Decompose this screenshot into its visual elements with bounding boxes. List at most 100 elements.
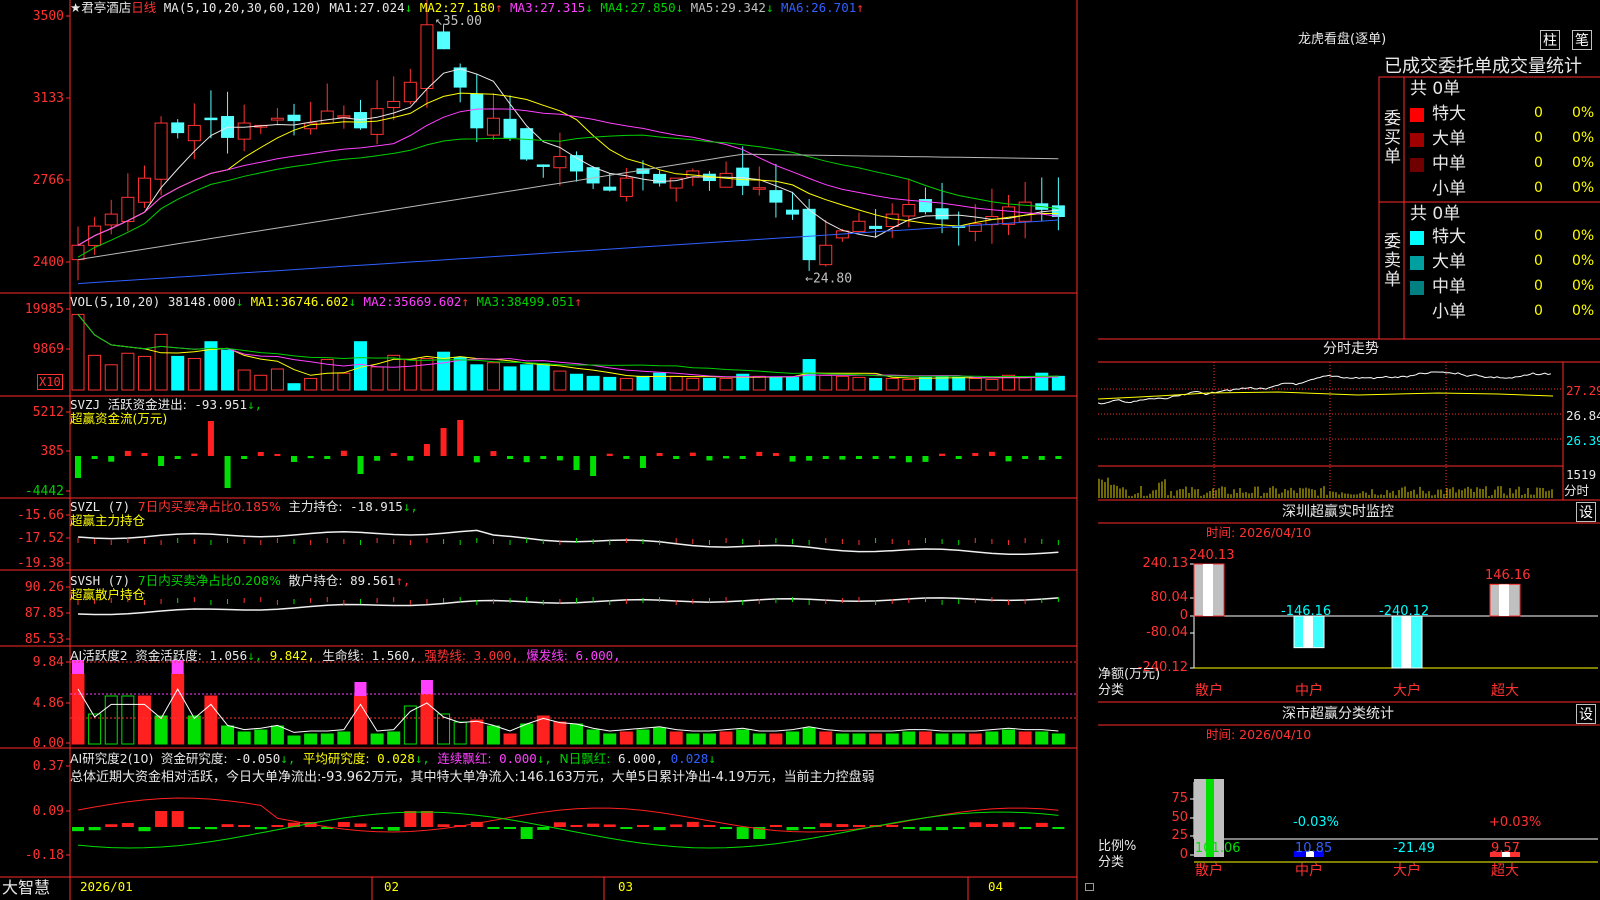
ai-bar-3 xyxy=(121,695,135,745)
candle-body-22 xyxy=(437,31,451,50)
ai-bar-15 xyxy=(320,733,334,745)
bar-mode-button[interactable]: 柱 xyxy=(1540,30,1560,50)
ai-bar-42 xyxy=(769,733,783,745)
svzj-bar-3 xyxy=(124,450,131,456)
ai-active-value: 1.056 xyxy=(209,648,248,663)
svzj-bar-15 xyxy=(324,456,331,459)
svzl-tick-2: -19.38 xyxy=(17,556,64,571)
svzj-bar-55 xyxy=(988,451,995,456)
ma-value-5: 26.701 xyxy=(811,0,857,15)
candle-body-33 xyxy=(619,177,633,197)
ma-arrow-3: ↓ xyxy=(675,0,691,15)
stats-settings-button[interactable]: 设 xyxy=(1576,704,1596,724)
vol-tick-1: 9869 xyxy=(33,342,64,357)
volume-bar-24 xyxy=(470,364,484,391)
research-bar-17 xyxy=(354,823,367,827)
chart-area[interactable]: 3500 3133 2766 2400 19985 9869 5212 385 -4442 -15… xyxy=(0,0,1094,900)
buy-row-count-0: 0 xyxy=(1534,105,1543,121)
volume-bar-42 xyxy=(769,376,783,391)
svzj-bar-35 xyxy=(656,453,663,456)
svsh-name: SVSH (7) xyxy=(70,573,131,588)
lock-icon[interactable] xyxy=(1085,883,1094,891)
ai-bar-46 xyxy=(835,733,849,745)
sell-swatch-0 xyxy=(1410,231,1424,245)
vol-ma-arrow-2: ↑ xyxy=(574,294,582,309)
low-label: ←24.80 xyxy=(805,271,852,286)
research-bar-36 xyxy=(670,824,683,827)
research-bar-5 xyxy=(155,811,168,827)
ai-bar-25 xyxy=(486,725,500,745)
ai-bar-57 xyxy=(1018,731,1032,745)
ai-bar-40 xyxy=(736,729,750,745)
candle-body-52 xyxy=(935,208,949,220)
candle-body-39 xyxy=(719,172,733,188)
research-bar-30 xyxy=(570,825,583,827)
lhb-header: 已成交委托单成交量统计 xyxy=(1384,56,1582,77)
vol-ma-label-0: MA1: xyxy=(250,294,281,309)
sell-swatch-2 xyxy=(1410,281,1424,295)
volume-bar-12 xyxy=(270,368,284,391)
vol-unit-badge: X10 xyxy=(37,374,63,390)
candle-body-0 xyxy=(71,244,85,261)
svsh-tick-2: 85.53 xyxy=(25,632,64,647)
sell-row-name-1: 大单 xyxy=(1432,252,1466,272)
volume-bar-39 xyxy=(719,377,733,391)
strong-value: 3.000, xyxy=(473,648,519,663)
stats-value-3: 9.57 xyxy=(1491,841,1520,856)
ai-bar-44 xyxy=(802,727,816,745)
stats-value-0: 101.06 xyxy=(1195,841,1241,856)
ai-active-arrow: ↓, xyxy=(247,648,263,663)
monitor-settings-button[interactable]: 设 xyxy=(1576,502,1596,522)
ai-bar-54 xyxy=(968,733,982,745)
vol-arrow: ↓ xyxy=(235,294,244,309)
research-bar-43 xyxy=(786,827,799,831)
candle-body-48 xyxy=(869,225,883,229)
ai-bar-56 xyxy=(1002,729,1016,745)
ma-arrow-4: ↓ xyxy=(765,0,781,15)
svzj-bar-22 xyxy=(440,428,447,456)
buy-row-count-2: 0 xyxy=(1534,155,1543,171)
ai-bar-21 xyxy=(420,693,434,745)
svzj-bar-30 xyxy=(573,456,580,470)
ai-bar-47 xyxy=(852,733,866,745)
volume-bar-21 xyxy=(420,358,434,391)
sell-row-count-2: 0 xyxy=(1534,278,1543,294)
buy-row-count-1: 0 xyxy=(1534,130,1543,146)
svzj-tick-2: -4442 xyxy=(25,484,64,499)
price-tick-2: 2766 xyxy=(33,173,64,188)
research-bar-6 xyxy=(171,811,184,827)
svzl-sub: 超赢主力持仓 xyxy=(70,513,146,528)
research-bar-21 xyxy=(420,811,433,827)
ma-params: MA(5,10,20,30,60,120) xyxy=(163,0,322,15)
volume-bar-26 xyxy=(503,366,517,391)
candle-body-43 xyxy=(786,209,800,215)
intraday-y-1: 26.84 xyxy=(1566,408,1600,423)
ma-value-2: 27.315 xyxy=(540,0,586,15)
volume-bar-36 xyxy=(669,375,683,391)
monitor-bar-shine-2 xyxy=(1401,616,1411,668)
research-bar-45 xyxy=(819,823,832,827)
volume-bar-18 xyxy=(370,366,384,391)
svzj-bar-7 xyxy=(191,453,198,456)
ai-bar-17 xyxy=(353,695,367,745)
ai-burst-21 xyxy=(420,680,433,694)
ai-bar-31 xyxy=(586,729,600,745)
ai-bar-2 xyxy=(104,695,118,745)
tick-mode-button[interactable]: 笔 xyxy=(1572,30,1592,50)
ai-bar-34 xyxy=(636,729,650,745)
volume-bar-7 xyxy=(187,358,201,391)
volume-bar-48 xyxy=(869,377,883,391)
sell-total: 共 0单 xyxy=(1410,204,1461,224)
ai-bar-19 xyxy=(387,731,401,745)
stats-title: 深市超赢分类统计 xyxy=(1282,706,1394,722)
ai-research-title: 资金研究度: xyxy=(160,751,228,766)
svzj-header: SVZJ 活跃资金进出: -93.951↓, xyxy=(70,398,262,412)
research-bar-58 xyxy=(1035,822,1048,827)
volume-bar-6 xyxy=(171,355,185,391)
ai-bar-52 xyxy=(935,733,949,745)
stats-cat-0: 散户 xyxy=(1195,863,1223,879)
svzj-bar-56 xyxy=(1005,456,1012,462)
svzl-tick-0: -15.66 xyxy=(17,508,64,523)
svzj-bar-18 xyxy=(374,456,381,461)
vol-ma-label-2: MA3: xyxy=(476,294,507,309)
